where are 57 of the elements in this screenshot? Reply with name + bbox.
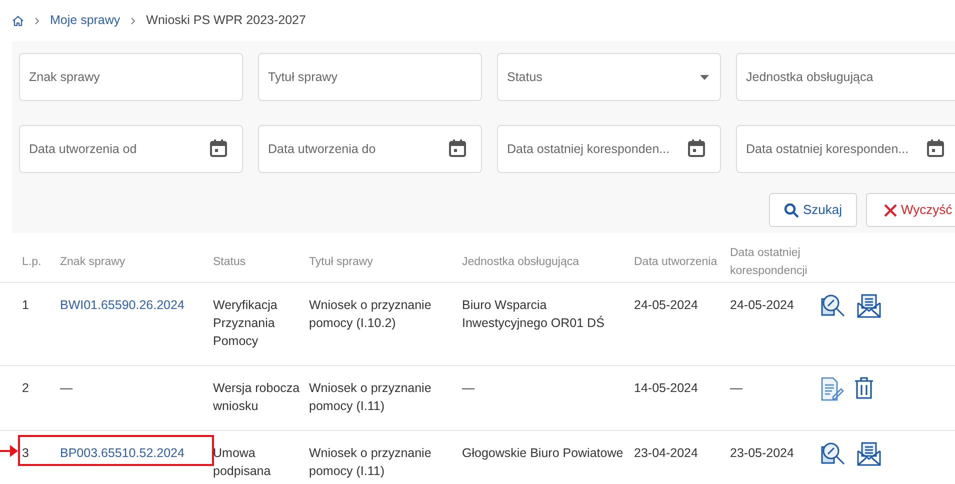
column-header: Jednostka obsługująca	[462, 254, 580, 270]
caret-icon	[700, 75, 709, 80]
calendar-icon	[449, 139, 466, 157]
calendar-icon	[210, 139, 227, 157]
table-cell-text: Wniosek o przyznanie pomocy (I.11)	[309, 380, 432, 415]
column-header: Znak sprawy	[60, 254, 126, 270]
document-pencil-icon[interactable]	[820, 376, 844, 402]
column-header: Tytuł sprawy	[309, 254, 374, 270]
table-cell-text: 23-05-2024	[730, 445, 795, 462]
column-header: Status	[213, 254, 247, 270]
document-magnifier-icon[interactable]	[820, 293, 846, 319]
envelope-letter-icon[interactable]	[856, 293, 882, 319]
date-field[interactable]: Data ostatniej koresponden...	[736, 125, 955, 173]
table-cell-text: 23-04-2024	[634, 445, 699, 462]
input-field[interactable]: Tytuł sprawy	[258, 53, 482, 101]
table-cell-text: —	[60, 380, 74, 397]
input-field[interactable]: Jednostka obsługująca	[736, 53, 955, 101]
home-icon	[12, 14, 24, 26]
table-cell-text: Biuro Wsparcia Inwestycyjnego OR01 DŚ	[462, 297, 606, 332]
date-field[interactable]: Data ostatniej koresponden...	[497, 125, 721, 173]
envelope-letter-icon[interactable]	[856, 441, 882, 467]
search-icon	[784, 202, 799, 218]
column-header: L.p.	[22, 254, 42, 270]
status-dropdown[interactable]: Status	[497, 53, 721, 101]
table-cell-text: Wniosek o przyznanie pomocy (I.11)	[309, 445, 432, 480]
table-cell-text: —	[730, 380, 744, 397]
column-header: Data ostatniej korespondencji	[730, 246, 808, 278]
chevron-icon	[130, 16, 136, 24]
table-cell-text: 1	[22, 297, 30, 314]
table-cell-text: 3	[22, 445, 30, 462]
table-cell-text: 24-05-2024	[634, 297, 699, 314]
case-link[interactable]: BP003.65510.52.2024	[60, 444, 213, 480]
date-field[interactable]: Data utworzenia od	[19, 125, 243, 173]
table-cell-text: Umowa podpisana	[213, 445, 272, 480]
table-cell-text: 14-05-2024	[634, 380, 699, 397]
calendar-icon	[688, 139, 705, 157]
table-cell-text: Głogowskie Biuro Powiatowe	[462, 445, 624, 462]
table-cell-text: Wniosek o przyznanie pomocy (I.10.2)	[309, 297, 432, 332]
table-cell-text: —	[462, 380, 476, 397]
document-magnifier-icon[interactable]	[820, 441, 846, 467]
column-header: Data utworzenia	[634, 254, 718, 270]
input-field[interactable]: Znak sprawy	[19, 53, 243, 101]
date-field[interactable]: Data utworzenia do	[258, 125, 482, 173]
close-icon	[884, 204, 897, 216]
table-cell-text: 24-05-2024	[730, 297, 795, 314]
search-button[interactable]: Szukaj	[769, 193, 857, 227]
calendar-icon	[927, 139, 944, 157]
table-cell-text: Wersja robocza wniosku	[213, 380, 301, 415]
arrow-icon	[0, 444, 18, 458]
table-cell-text: Weryfikacja Przyznania Pomocy	[213, 297, 278, 350]
table-cell-text: 2	[22, 380, 30, 397]
chevron-icon	[34, 16, 40, 24]
trash-icon[interactable]	[854, 376, 874, 400]
case-link[interactable]: BWI01.65590.26.2024	[60, 296, 213, 350]
breadcrumb-current: Wnioski PS WPR 2023-2027	[146, 12, 306, 30]
clear-button[interactable]: Wyczyść	[866, 193, 955, 227]
breadcrumb-link[interactable]: Moje sprawy	[50, 11, 120, 30]
